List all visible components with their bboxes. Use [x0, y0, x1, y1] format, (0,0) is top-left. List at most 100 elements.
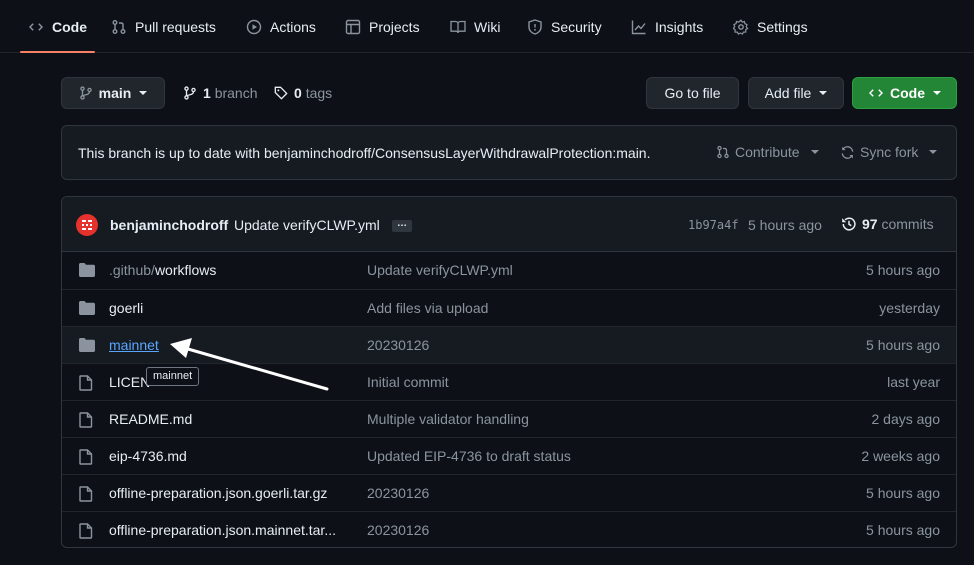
tab-projects[interactable]: Projects [345, 0, 420, 53]
file-dir-prefix: .github/ [109, 262, 155, 278]
avatar[interactable] [76, 214, 98, 236]
file-row[interactable]: offline-preparation.json.goerli.tar.gz 2… [62, 474, 956, 511]
branch-select-button[interactable]: main [61, 77, 165, 109]
file-icon [79, 375, 93, 391]
play-icon [246, 19, 262, 34]
expand-commit-button[interactable]: … [392, 219, 412, 232]
tab-code-label: Code [52, 18, 87, 35]
tab-wiki-label: Wiki [474, 18, 501, 35]
tags-label: tags [305, 85, 333, 101]
file-name-link[interactable]: README.md [109, 411, 192, 427]
file-commit-time: 2 days ago [871, 411, 941, 427]
file-commit-time: 5 hours ago [866, 485, 940, 501]
file-commit-time: yesterday [879, 300, 940, 316]
fork-status-banner: This branch is up to date with benjaminc… [61, 125, 957, 180]
file-name-link[interactable]: offline-preparation.json.goerli.tar.gz [109, 485, 327, 501]
commit-author-link[interactable]: benjaminchodroff [110, 217, 228, 233]
file-row[interactable]: .github/workflows Update verifyCLWP.yml … [62, 252, 956, 289]
pull-request-icon [717, 145, 729, 159]
file-icon [79, 523, 93, 539]
file-name-link[interactable]: mainnet [109, 337, 159, 353]
file-commit-time: last year [887, 374, 940, 390]
tags-link[interactable]: 0 tags [274, 77, 332, 109]
repo-nav: Code Pull requests Actions Projects Wiki… [0, 0, 974, 53]
identicon-icon [82, 220, 92, 230]
tab-actions[interactable]: Actions [246, 0, 316, 53]
tab-wiki[interactable]: Wiki [450, 0, 500, 53]
file-row[interactable]: goerli Add files via upload yesterday [62, 289, 956, 326]
tags-count: 0 [294, 85, 302, 101]
go-to-file-button[interactable]: Go to file [646, 77, 739, 109]
code-icon [869, 89, 883, 97]
file-commit-message[interactable]: Add files via upload [367, 300, 488, 316]
shield-icon [528, 18, 542, 35]
tab-projects-label: Projects [369, 18, 420, 35]
file-name: workflows [154, 262, 217, 278]
book-icon [450, 20, 466, 33]
code-icon [29, 22, 43, 31]
contribute-button[interactable]: Contribute [716, 144, 819, 160]
chevron-down-icon [929, 150, 938, 154]
tab-actions-label: Actions [270, 18, 316, 35]
add-file-button[interactable]: Add file [748, 77, 844, 109]
tab-pull-requests-label: Pull requests [135, 18, 216, 35]
file-commit-time: 5 hours ago [866, 262, 940, 278]
file-row[interactable]: offline-preparation.json.mainnet.tar... … [62, 511, 956, 547]
file-commit-message[interactable]: 20230126 [367, 337, 429, 353]
file-commit-message[interactable]: Multiple validator handling [367, 411, 529, 427]
go-to-file-label: Go to file [664, 85, 721, 101]
file-name-link[interactable]: goerli [109, 300, 143, 316]
commit-time: 5 hours ago [748, 217, 822, 233]
file-commit-time: 5 hours ago [866, 337, 940, 353]
file-commit-message[interactable]: 20230126 [367, 485, 429, 501]
branch-name: main [98, 85, 132, 101]
branches-link[interactable]: 1 branch [183, 77, 258, 109]
file-icon [79, 412, 93, 428]
graph-icon [631, 20, 646, 34]
tab-insights-label: Insights [655, 18, 704, 35]
file-icon [79, 486, 93, 502]
branches-label: branch [214, 85, 258, 101]
file-commit-time: 5 hours ago [866, 522, 940, 538]
file-name-link[interactable]: .github/workflows [109, 262, 216, 278]
link-tooltip: mainnet [146, 367, 200, 386]
code-button[interactable]: Code [852, 77, 957, 109]
file-commit-message[interactable]: 20230126 [367, 522, 429, 538]
file-commit-message[interactable]: Updated EIP-4736 to draft status [367, 448, 571, 464]
commit-sha-link[interactable]: 1b97a4f [688, 218, 739, 232]
file-icon [79, 449, 93, 465]
tab-insights[interactable]: Insights [631, 0, 703, 53]
tab-pull-requests[interactable]: Pull requests [111, 0, 216, 53]
sync-fork-button[interactable]: Sync fork [840, 144, 938, 160]
commit-message-link[interactable]: Update verifyCLWP.yml [234, 217, 380, 233]
commits-count: 97 [862, 216, 878, 232]
table-icon [345, 19, 361, 34]
code-button-label: Code [890, 85, 925, 101]
contribute-label: Contribute [735, 144, 800, 160]
folder-icon [79, 301, 95, 315]
file-commit-message[interactable]: Initial commit [367, 374, 449, 390]
tab-code[interactable]: Code [20, 0, 95, 53]
sync-icon [841, 145, 854, 159]
latest-commit-bar: benjaminchodroff Update verifyCLWP.yml …… [62, 197, 956, 252]
tab-settings-label: Settings [757, 18, 808, 35]
file-row[interactable]: mainnet 20230126 5 hours ago [62, 326, 956, 363]
file-name-link[interactable]: LICEN [109, 374, 150, 390]
chevron-down-icon [139, 91, 148, 95]
file-row[interactable]: eip-4736.md Updated EIP-4736 to draft st… [62, 437, 956, 474]
file-name-link[interactable]: eip-4736.md [109, 448, 187, 464]
file-row[interactable]: README.md Multiple validator handling 2 … [62, 400, 956, 437]
tab-security[interactable]: Security [527, 0, 602, 53]
history-icon [842, 217, 856, 231]
tag-icon [274, 86, 288, 100]
chevron-down-icon [933, 91, 941, 95]
commits-history-link[interactable]: 97 commits [841, 216, 934, 232]
commits-label: commits [881, 216, 934, 232]
pull-request-icon [112, 19, 126, 34]
tab-security-label: Security [551, 18, 602, 35]
file-commit-message[interactable]: Update verifyCLWP.yml [367, 262, 513, 278]
file-name-link[interactable]: offline-preparation.json.mainnet.tar... [109, 522, 336, 538]
tab-settings[interactable]: Settings [733, 0, 808, 53]
fork-status-text: This branch is up to date with benjaminc… [78, 145, 651, 161]
gear-icon [733, 18, 749, 35]
